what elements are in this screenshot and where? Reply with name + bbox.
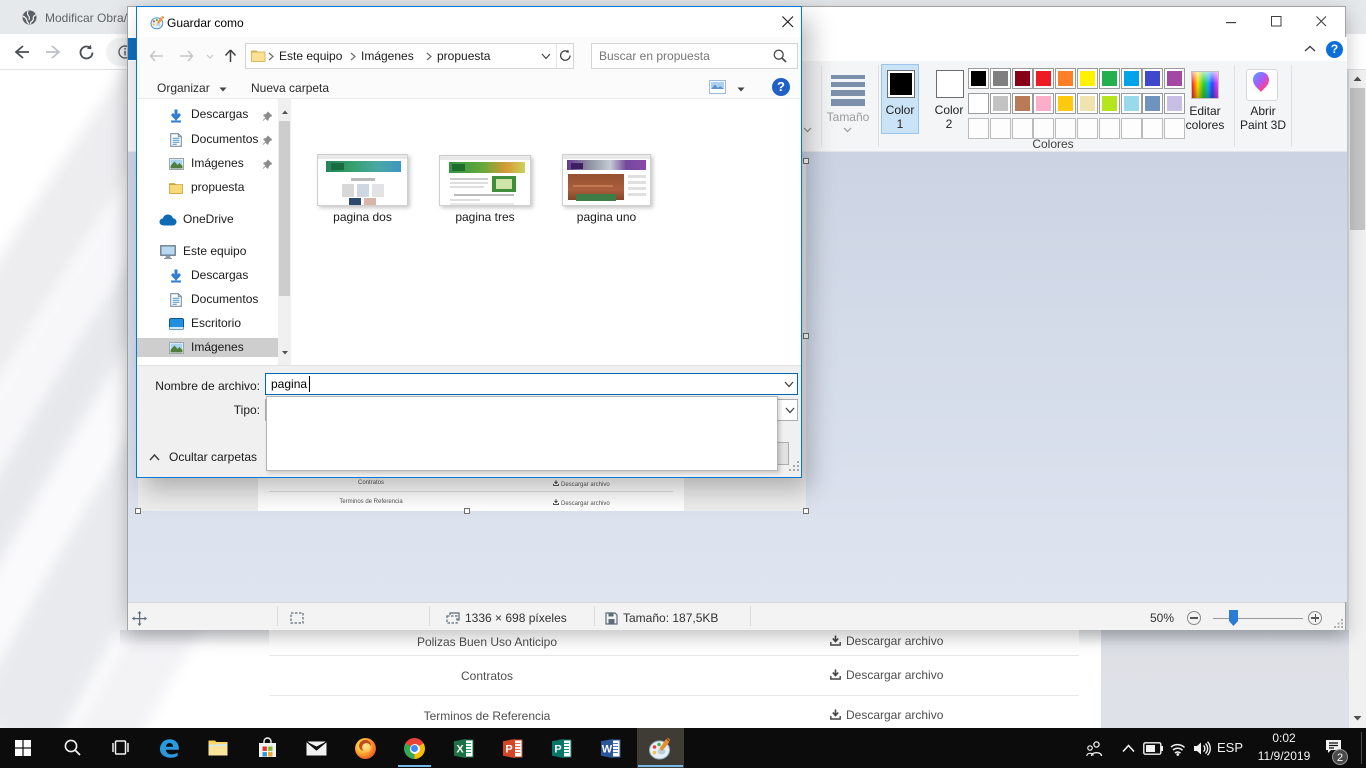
svg-text:X: X [456,744,464,756]
svg-text:P: P [554,744,561,756]
svg-text:P: P [505,744,512,756]
svg-text:W: W [602,744,613,756]
